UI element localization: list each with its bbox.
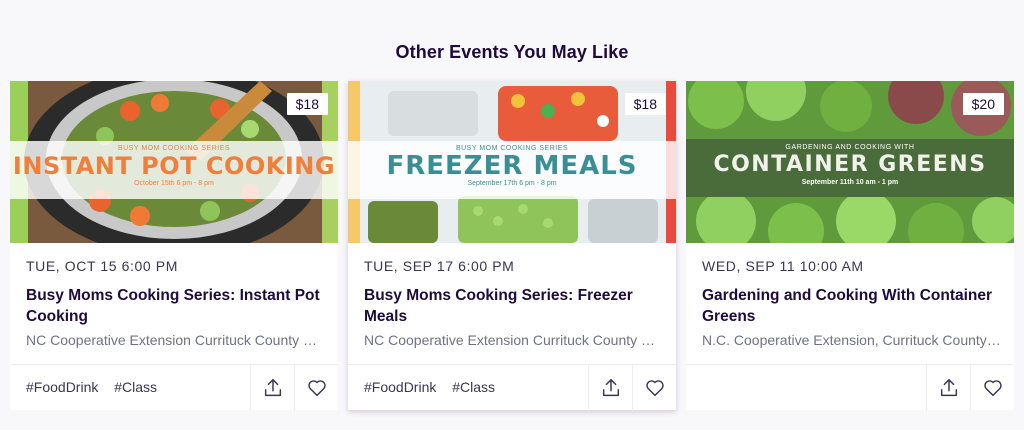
section-title: Other Events You May Like: [395, 42, 629, 62]
image-caption: GARDENING AND COOKING WITH CONTAINER GRE…: [686, 139, 1014, 197]
image-caption-subtitle: GARDENING AND COOKING WITH: [785, 144, 915, 151]
event-card-freezer-meals[interactable]: BUSY MOM COOKING SERIES FREEZER MEALS Se…: [348, 81, 676, 411]
event-title[interactable]: Gardening and Cooking With Container Gre…: [702, 285, 1002, 327]
card-footer: #FoodDrink #Class: [348, 364, 676, 411]
share-button[interactable]: [926, 365, 970, 411]
tag-class[interactable]: #Class: [452, 379, 495, 395]
event-title[interactable]: Busy Moms Cooking Series: Freezer Meals: [364, 285, 664, 327]
tag-list: #FoodDrink #Class: [26, 379, 169, 395]
heart-outline-icon: [983, 380, 1002, 397]
image-caption-date: September 17th 6 pm - 8 pm: [467, 180, 557, 187]
event-date: TUE, SEP 17 6:00 PM: [364, 258, 515, 274]
share-upload-icon: [602, 379, 619, 397]
price-tag: $20: [962, 93, 1004, 115]
event-image-freezer-meals[interactable]: BUSY MOM COOKING SERIES FREEZER MEALS Se…: [348, 81, 676, 243]
heart-outline-icon: [307, 380, 326, 397]
like-button[interactable]: [294, 365, 338, 411]
event-organizer: NC Cooperative Extension Currituck Count…: [26, 332, 326, 348]
share-upload-icon: [264, 379, 281, 397]
like-button[interactable]: [970, 365, 1014, 411]
event-title[interactable]: Busy Moms Cooking Series: Instant Pot Co…: [26, 285, 326, 327]
image-caption-date: October 15th 6 pm - 8 pm: [134, 180, 214, 187]
image-caption-title: FREEZER MEALS: [386, 151, 638, 181]
heart-outline-icon: [645, 380, 664, 397]
share-upload-icon: [940, 379, 957, 397]
image-caption-date: September 11th 10 am - 1 pm: [801, 179, 899, 186]
event-image-instant-pot[interactable]: BUSY MOM COOKING SERIES INSTANT POT COOK…: [10, 81, 338, 243]
image-caption-title: INSTANT POT COOKING: [12, 152, 336, 180]
image-caption-title: CONTAINER GREENS: [713, 152, 987, 177]
event-card-container-greens[interactable]: GARDENING AND COOKING WITH CONTAINER GRE…: [686, 81, 1014, 411]
event-organizer: NC Cooperative Extension Currituck Count…: [364, 332, 664, 348]
price-tag: $18: [286, 93, 328, 115]
event-card-instant-pot[interactable]: BUSY MOM COOKING SERIES INSTANT POT COOK…: [10, 81, 338, 411]
tag-class[interactable]: #Class: [114, 379, 157, 395]
event-date: TUE, OCT 15 6:00 PM: [26, 258, 178, 274]
tag-fooddrink[interactable]: #FoodDrink: [364, 379, 436, 395]
tag-fooddrink[interactable]: #FoodDrink: [26, 379, 98, 395]
event-date: WED, SEP 11 10:00 AM: [702, 258, 864, 274]
image-caption: BUSY MOM COOKING SERIES FREEZER MEALS Se…: [348, 141, 676, 199]
event-image-container-greens[interactable]: GARDENING AND COOKING WITH CONTAINER GRE…: [686, 81, 1014, 243]
tag-list: #FoodDrink #Class: [364, 379, 507, 395]
image-caption: BUSY MOM COOKING SERIES INSTANT POT COOK…: [10, 141, 338, 199]
like-button[interactable]: [632, 365, 676, 411]
card-footer: #FoodDrink #Class: [10, 364, 338, 411]
share-button[interactable]: [250, 365, 294, 411]
card-footer: [686, 364, 1014, 411]
share-button[interactable]: [588, 365, 632, 411]
image-caption-subtitle: BUSY MOM COOKING SERIES: [117, 145, 231, 152]
event-organizer: N.C. Cooperative Extension, Currituck Co…: [702, 332, 1002, 348]
price-tag: $18: [624, 93, 666, 115]
